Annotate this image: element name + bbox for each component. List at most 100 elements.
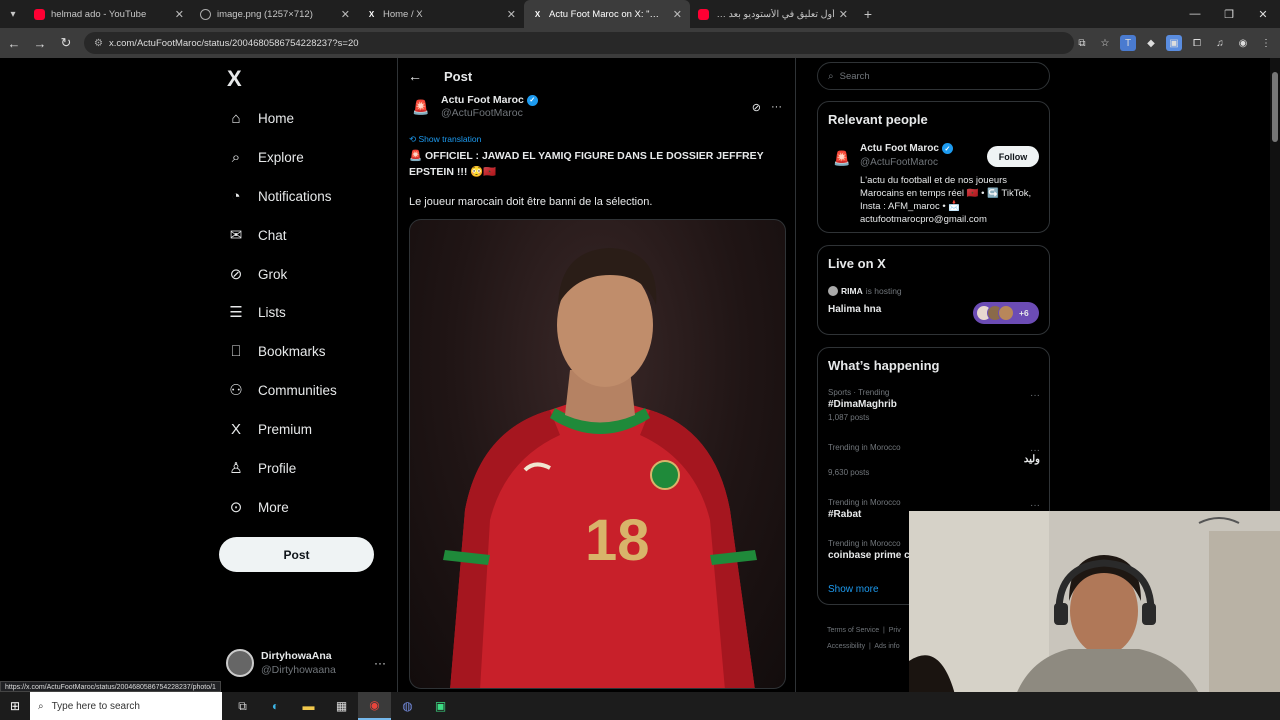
discord-icon[interactable]: ◍ bbox=[391, 692, 424, 720]
relevant-person-name[interactable]: Actu Foot Maroc ✓ bbox=[860, 143, 953, 154]
forward-icon[interactable]: → bbox=[28, 31, 52, 55]
space-listeners[interactable]: +6 bbox=[973, 302, 1039, 324]
nav-item-label: Profile bbox=[258, 460, 297, 476]
translate-extension-icon[interactable]: T bbox=[1120, 35, 1136, 51]
footer-links: Terms of Service | Priv Accessibility | … bbox=[827, 627, 901, 650]
back-arrow-icon[interactable]: ← bbox=[408, 68, 422, 84]
author-avatar[interactable]: 🚨 bbox=[408, 94, 434, 120]
nav-item-chat[interactable]: ✉ Chat bbox=[227, 220, 287, 250]
author-name-row[interactable]: Actu Foot Maroc ✓ bbox=[441, 94, 538, 107]
nav-item-label: More bbox=[258, 499, 289, 515]
bookmark-icon: ⎕ bbox=[231, 342, 241, 360]
x-logo-icon[interactable]: X bbox=[227, 66, 242, 92]
close-window-icon[interactable]: ✕ bbox=[1246, 0, 1280, 28]
windows-start-icon[interactable]: ⊞ bbox=[0, 692, 30, 720]
nav-item-label: Explore bbox=[258, 149, 304, 165]
browser-tab[interactable]: image.png (1257×712) ✕ bbox=[192, 0, 358, 28]
app-icon[interactable]: ▣ bbox=[424, 692, 457, 720]
mail-icon: ✉ bbox=[229, 227, 243, 244]
account-switcher[interactable]: DirtyhowaAna @Dirtyhowaana ··· bbox=[226, 649, 386, 677]
chrome-icon[interactable]: ◉ bbox=[358, 692, 391, 720]
minimize-icon[interactable]: — bbox=[1178, 0, 1212, 28]
footer-link[interactable]: Terms of Service bbox=[827, 627, 879, 634]
trend-meta: Trending in Morocco bbox=[828, 498, 901, 507]
cast-icon[interactable]: ⧉ bbox=[1074, 35, 1090, 51]
browser-tab[interactable]: X Home / X ✕ bbox=[358, 0, 524, 28]
footer-link[interactable]: Ads info bbox=[874, 643, 899, 650]
site-info-icon[interactable]: ⚙ bbox=[94, 38, 103, 49]
hosting-label: is hosting bbox=[865, 286, 902, 296]
close-tab-icon[interactable]: ✕ bbox=[175, 8, 184, 21]
relevant-person-handle[interactable]: @ActuFootMaroc bbox=[860, 157, 938, 168]
taskbar-search-input[interactable]: ⌕ Type here to search bbox=[30, 692, 222, 720]
trend-meta: Trending in Morocco bbox=[828, 443, 901, 452]
post-image[interactable]: 18 bbox=[409, 219, 786, 689]
task-view-icon[interactable]: ⧉ bbox=[226, 692, 259, 720]
live-host[interactable]: RIMA is hosting bbox=[828, 286, 902, 296]
tab-title: image.png (1257×712) bbox=[217, 8, 313, 20]
show-more-link[interactable]: Show more bbox=[828, 584, 879, 595]
communities-icon: ⚇ bbox=[229, 382, 243, 399]
file-explorer-icon[interactable]: ▬ bbox=[292, 692, 325, 720]
avatar[interactable]: 🚨 bbox=[830, 146, 854, 170]
extensions-puzzle-icon[interactable]: ⧠ bbox=[1189, 35, 1205, 51]
close-tab-icon[interactable]: ✕ bbox=[839, 8, 848, 21]
trend-count: 1,087 posts bbox=[828, 413, 870, 422]
verified-badge-icon: ✓ bbox=[941, 143, 953, 154]
home-icon: ⌂ bbox=[231, 109, 241, 127]
bookmark-star-icon[interactable]: ☆ bbox=[1097, 35, 1113, 51]
media-control-icon[interactable]: ♫ bbox=[1212, 35, 1228, 51]
space-title[interactable]: Halima hna bbox=[828, 304, 881, 315]
compose-post-button[interactable]: Post bbox=[219, 537, 374, 572]
more-options-icon[interactable]: ··· bbox=[1030, 500, 1040, 511]
extension-icon[interactable]: ▣ bbox=[1166, 35, 1182, 51]
browser-tab-active[interactable]: X Actu Foot Maroc on X: "🚨 OFFI ✕ bbox=[524, 0, 690, 28]
browser-menu-icon[interactable]: ⋮ bbox=[1258, 35, 1274, 51]
author-handle[interactable]: @ActuFootMaroc bbox=[441, 107, 538, 120]
nav-item-explore[interactable]: ⌕ Explore bbox=[227, 142, 304, 172]
nav-item-profile[interactable]: ♙ Profile bbox=[227, 453, 296, 483]
close-tab-icon[interactable]: ✕ bbox=[507, 8, 516, 21]
more-options-icon[interactable]: ··· bbox=[771, 101, 782, 114]
search-input[interactable]: ⌕ Search bbox=[817, 62, 1050, 90]
address-bar[interactable]: ⚙ x.com/ActuFootMaroc/status/20046805867… bbox=[84, 32, 1074, 54]
extension-icon[interactable]: ◆ bbox=[1143, 35, 1159, 51]
grok-icon[interactable]: ⊘ bbox=[752, 101, 761, 114]
more-options-icon[interactable]: ··· bbox=[374, 656, 386, 670]
browser-tab-strip: ▾ helmad ado - YouTube ✕ image.png (1257… bbox=[0, 0, 1280, 28]
card-title: Relevant people bbox=[828, 112, 928, 127]
nav-item-lists[interactable]: ☰ Lists bbox=[227, 297, 286, 327]
browser-tab[interactable]: helmad ado - YouTube ✕ bbox=[26, 0, 192, 28]
nav-item-home[interactable]: ⌂ Home bbox=[227, 103, 294, 133]
new-tab-button[interactable]: + bbox=[856, 6, 880, 22]
nav-item-label: Home bbox=[258, 110, 295, 126]
restore-icon[interactable]: ❐ bbox=[1212, 0, 1246, 28]
tab-search-button[interactable]: ▾ bbox=[0, 0, 26, 28]
nav-item-more[interactable]: ⊙ More bbox=[227, 492, 289, 522]
store-icon[interactable]: ▦ bbox=[325, 692, 358, 720]
close-tab-icon[interactable]: ✕ bbox=[341, 8, 350, 21]
scrollbar-thumb[interactable] bbox=[1272, 72, 1278, 142]
profile-avatar-icon[interactable]: ◉ bbox=[1235, 35, 1251, 51]
search-icon: ⌕ bbox=[231, 148, 241, 166]
show-translation-link[interactable]: ⟲ Show translation bbox=[409, 134, 481, 145]
follow-button[interactable]: Follow bbox=[987, 146, 1039, 167]
trend-item[interactable]: Sports · Trending #DimaMaghrib 1,087 pos… bbox=[828, 388, 1040, 422]
nav-item-grok[interactable]: ⊘ Grok bbox=[227, 259, 288, 289]
back-icon[interactable]: ← bbox=[2, 31, 26, 55]
nav-item-premium[interactable]: X Premium bbox=[227, 414, 312, 444]
close-tab-icon[interactable]: ✕ bbox=[673, 8, 682, 21]
browser-tab[interactable]: أول تعليق في الأستوديو بعد تعادل ✕ bbox=[690, 0, 856, 28]
more-options-icon[interactable]: ··· bbox=[1030, 445, 1040, 456]
post-header: ← Post bbox=[408, 68, 472, 84]
reload-icon[interactable]: ↻ bbox=[54, 31, 78, 55]
footer-link[interactable]: Accessibility bbox=[827, 643, 865, 650]
nav-item-communities[interactable]: ⚇ Communities bbox=[227, 375, 337, 405]
footer-link[interactable]: Priv bbox=[889, 627, 901, 634]
verified-badge-icon: ✓ bbox=[526, 95, 538, 106]
nav-item-bookmarks[interactable]: ⎕ Bookmarks bbox=[227, 336, 325, 366]
nav-item-notifications[interactable]: ◔ Notifications bbox=[227, 181, 331, 211]
more-options-icon[interactable]: ··· bbox=[1030, 390, 1040, 401]
edge-icon[interactable]: ◐ bbox=[259, 692, 292, 720]
trend-item[interactable]: Trending in Morocco وليد 9,630 posts ··· bbox=[828, 443, 1040, 477]
